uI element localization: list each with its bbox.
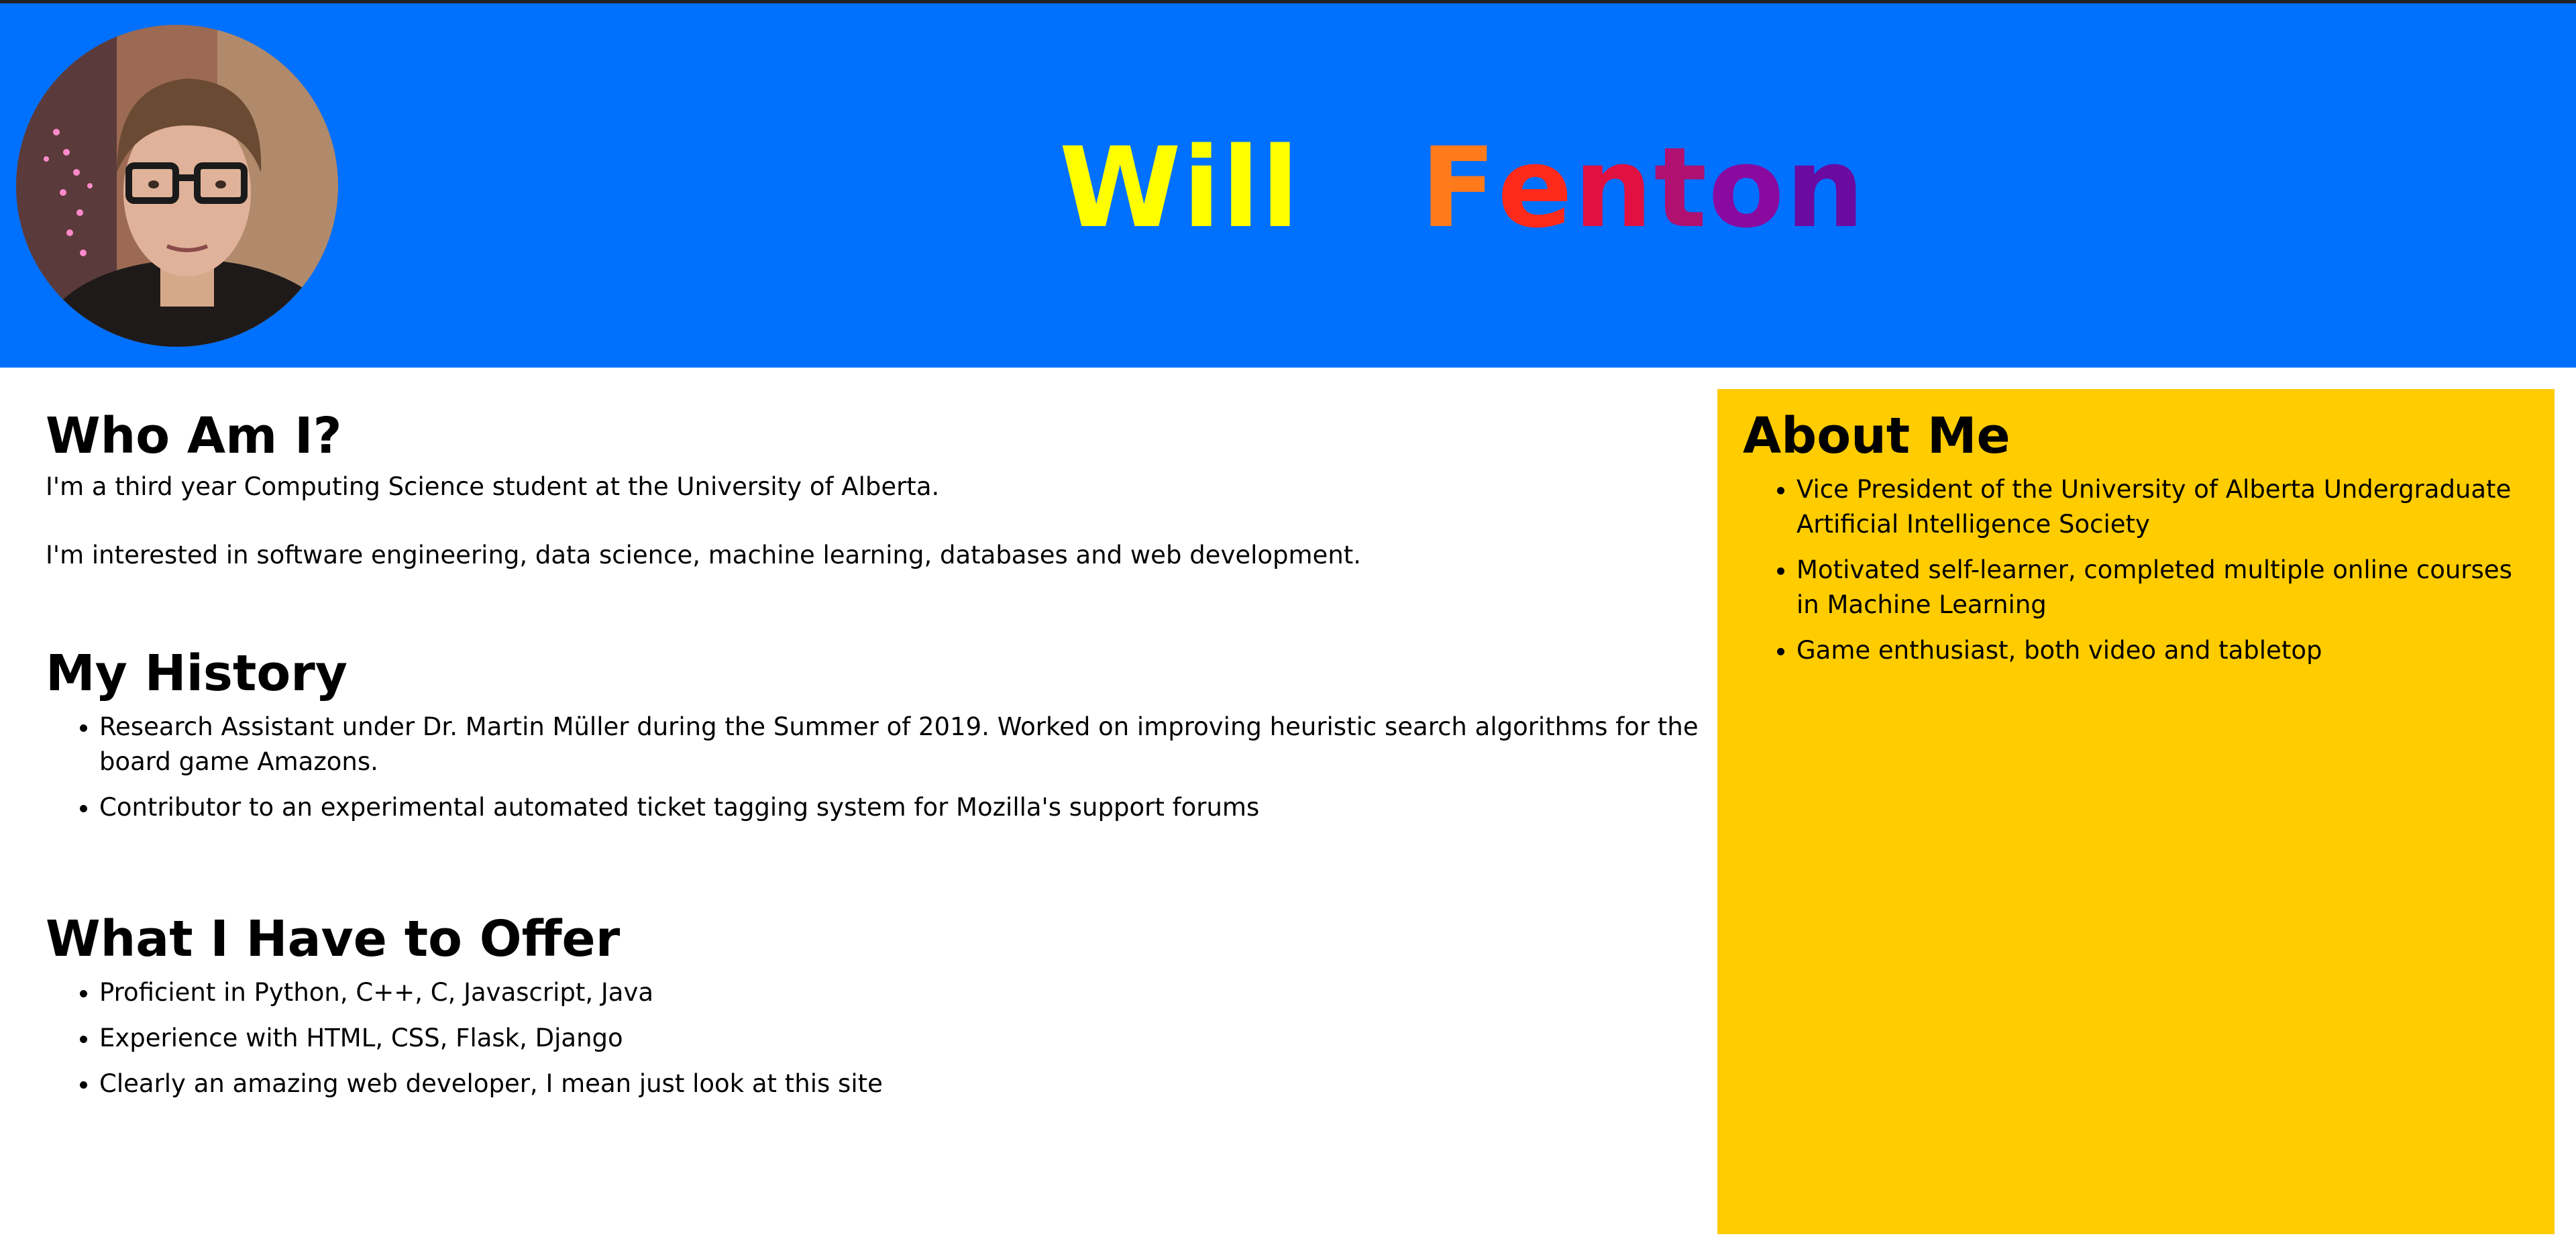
title-last-name: Fenton [1420,121,1866,255]
section-what-i-offer: What I Have to Offer Proficient in Pytho… [46,906,1656,1101]
title-letter: t [1654,123,1709,252]
list-item: Experience with HTML, CSS, Flask, Django [99,1021,1656,1056]
section-my-history: My History Research Assistant under Dr. … [46,640,1699,825]
title-letter: n [1574,123,1654,252]
list-item: Contributor to an experimental automated… [99,790,1709,825]
section-heading: Who Am I? [46,407,342,465]
paragraph: I'm interested in software engineering, … [46,541,1362,569]
history-list: Research Assistant under Dr. Martin Müll… [46,710,1709,825]
list-item: Clearly an amazing web developer, I mean… [99,1067,1656,1101]
title-letter: o [1708,123,1786,252]
about-list: Vice President of the University of Albe… [1743,472,2528,668]
section-heading: My History [46,645,347,702]
profile-photo-icon [16,25,338,347]
about-me-panel: About Me Vice President of the Universit… [1717,389,2555,1234]
avatar [16,25,338,347]
list-item: Proficient in Python, C++, C, Javascript… [99,975,1656,1010]
list-item: Game enthusiast, both video and tabletop [1796,633,2528,668]
title-letter: n [1785,123,1866,252]
main-content: Who Am I? I'm a third year Computing Sci… [46,402,1699,1112]
site-title: Will Fenton [973,121,1952,255]
title-letter: e [1497,123,1574,252]
section-heading: What I Have to Offer [46,910,621,968]
list-item: Research Assistant under Dr. Martin Müll… [99,710,1709,779]
section-heading: About Me [1743,407,2010,465]
offer-list: Proficient in Python, C++, C, Javascript… [46,975,1656,1101]
list-item: Motivated self-learner, completed multip… [1796,553,2528,622]
title-first-name: Will [1059,123,1301,252]
site-header: Will Fenton [0,3,2576,368]
paragraph: I'm a third year Computing Science stude… [46,472,940,501]
list-item: Vice President of the University of Albe… [1796,472,2528,542]
section-who-am-i: Who Am I? I'm a third year Computing Sci… [46,402,1656,573]
title-letter: F [1420,123,1498,252]
